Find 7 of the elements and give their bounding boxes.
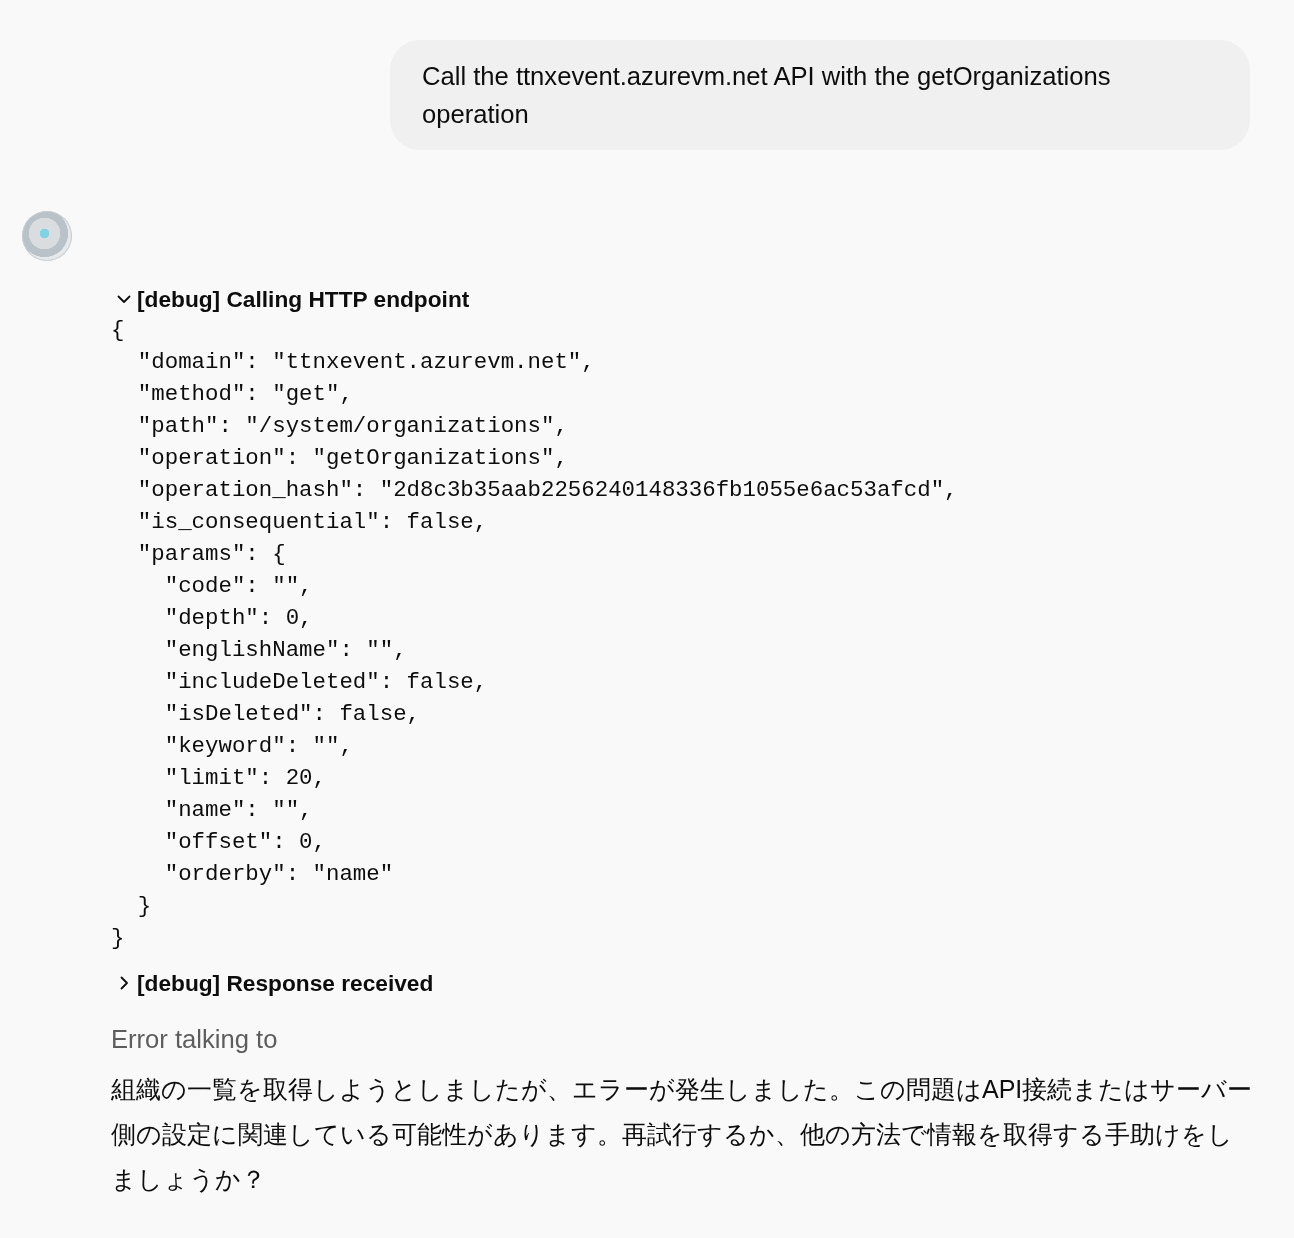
debug-toggle[interactable]: [debug] Response received xyxy=(111,968,434,998)
avatar-icon xyxy=(22,211,72,261)
json-code-text: { "domain": "ttnxevent.azurevm.net", "method": "get", "path": "/system/organizations", "operation": "getOrganizations", "operation_hash": "2d8c3b35aab2256240148336fb1055e6ac53afcd", "is_consequential": false, "params": { "code": "", "depth": 0, "englishName": "", "includeDeleted": false, "isDeleted": false, "keyword": "", "limit": 20, "name": "", "offset": 0, "orderby": "name" } } xyxy=(111,316,958,953)
reply-text: 組織の一覧を取得しようとしましたが、エラーが発生しました。この問題はAPI接続またはサーバー側の設定に関連している可能性があります。再試行するか、他の方法で情報を取得する手助けをしましょうか？ xyxy=(111,1074,1254,1195)
user-message: Call the ttnxevent.azurevm.net API with the getOrganizations operation xyxy=(390,40,1250,150)
status-text: Error talking to xyxy=(111,1024,278,1055)
debug-toggle[interactable]: [debug] Calling HTTP endpoint xyxy=(111,284,470,314)
